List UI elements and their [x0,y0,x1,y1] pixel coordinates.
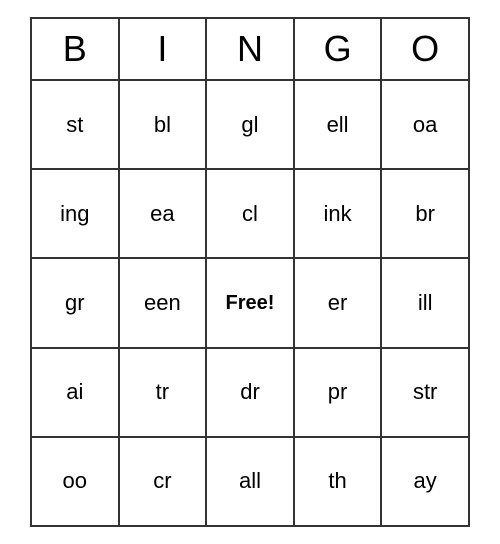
bingo-cell-2-3: er [295,259,383,346]
bingo-cell-4-1: cr [120,438,208,525]
bingo-cell-2-2: Free! [207,259,295,346]
bingo-cell-2-1: een [120,259,208,346]
bingo-cell-4-3: th [295,438,383,525]
bingo-cell-0-1: bl [120,81,208,168]
bingo-cell-1-3: ink [295,170,383,257]
bingo-cell-1-4: br [382,170,468,257]
bingo-cell-1-0: ing [32,170,120,257]
bingo-body: stblglelloaingeaclinkbrgreenFree!erillai… [32,81,468,525]
bingo-cell-4-2: all [207,438,295,525]
bingo-row-4: oocrallthay [32,438,468,525]
bingo-cell-0-2: gl [207,81,295,168]
header-cell-o: O [382,19,468,79]
bingo-cell-2-4: ill [382,259,468,346]
bingo-cell-3-3: pr [295,349,383,436]
bingo-row-0: stblglelloa [32,81,468,170]
bingo-header: BINGO [32,19,468,81]
bingo-cell-4-4: ay [382,438,468,525]
header-cell-g: G [295,19,383,79]
bingo-cell-0-4: oa [382,81,468,168]
bingo-row-1: ingeaclinkbr [32,170,468,259]
bingo-card: BINGO stblglelloaingeaclinkbrgreenFree!e… [30,17,470,527]
bingo-cell-3-0: ai [32,349,120,436]
header-cell-b: B [32,19,120,79]
bingo-cell-3-1: tr [120,349,208,436]
header-cell-n: N [207,19,295,79]
bingo-cell-1-2: cl [207,170,295,257]
header-cell-i: I [120,19,208,79]
bingo-cell-1-1: ea [120,170,208,257]
bingo-cell-0-0: st [32,81,120,168]
bingo-cell-3-4: str [382,349,468,436]
bingo-cell-3-2: dr [207,349,295,436]
bingo-row-2: greenFree!erill [32,259,468,348]
bingo-row-3: aitrdrprstr [32,349,468,438]
bingo-cell-0-3: ell [295,81,383,168]
bingo-cell-4-0: oo [32,438,120,525]
bingo-cell-2-0: gr [32,259,120,346]
